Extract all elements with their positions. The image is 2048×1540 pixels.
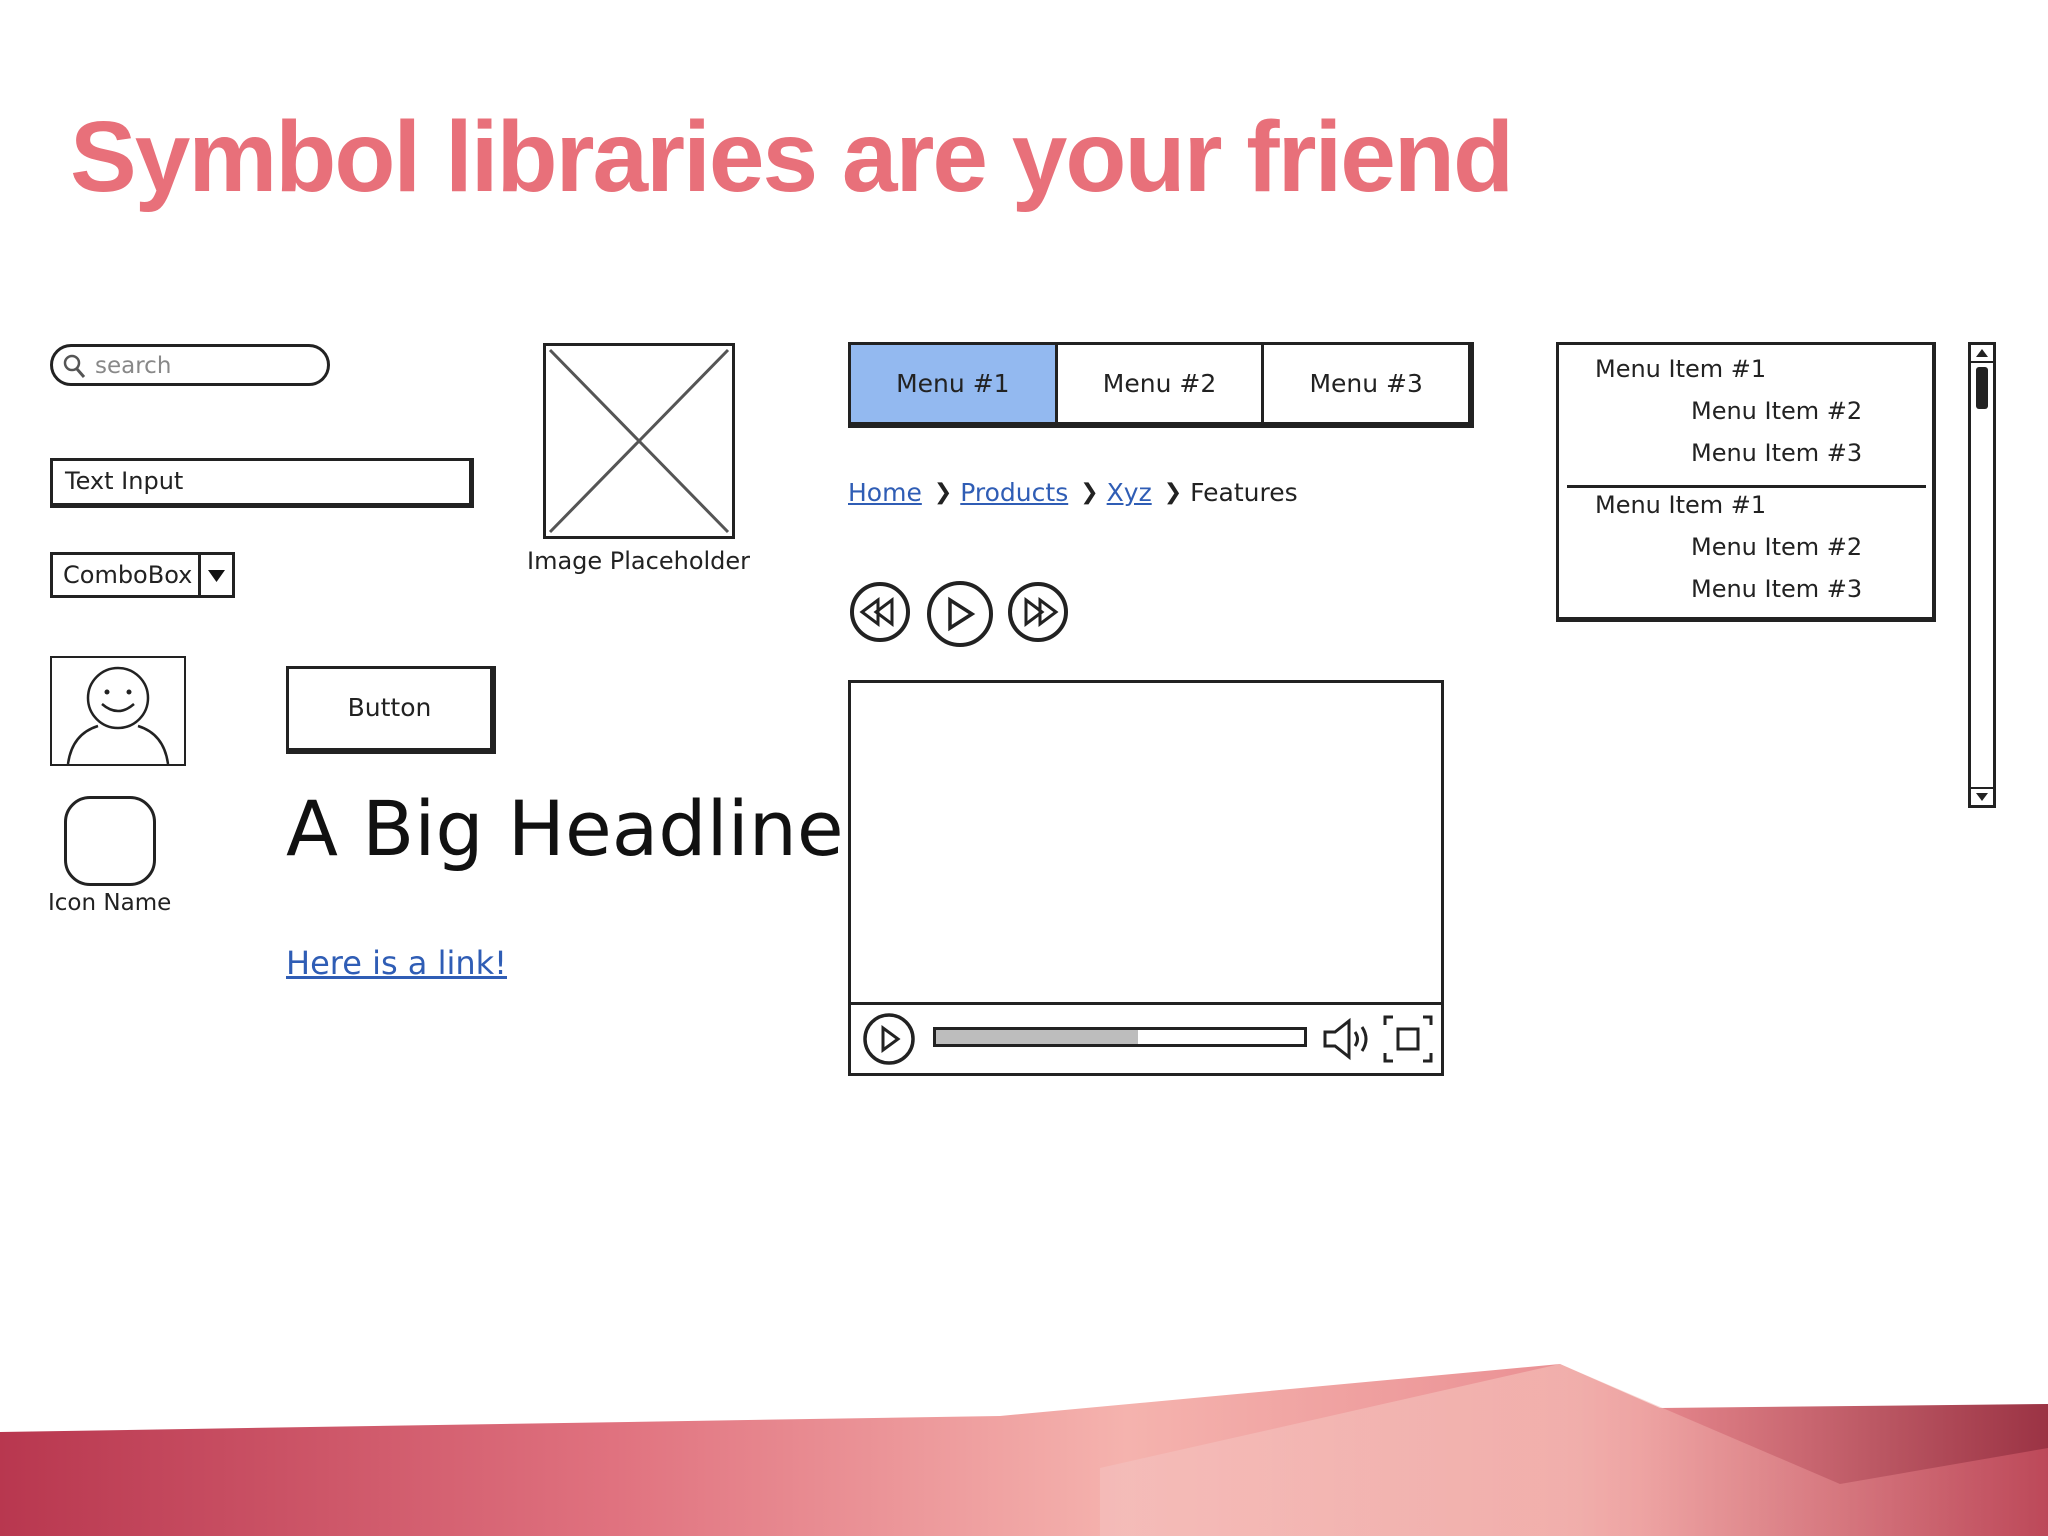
breadcrumb-current: Features [1190,478,1298,507]
scroll-up-icon[interactable] [1971,345,1993,363]
fast-forward-icon[interactable] [1008,582,1068,642]
search-placeholder: search [95,353,172,379]
list-item[interactable]: Menu Item #1 [1595,491,1766,519]
big-headline: A Big Headline [286,784,844,873]
user-avatar-icon [50,656,186,766]
list-item[interactable]: Menu Item #1 [1595,355,1766,383]
search-icon [63,354,87,384]
chevron-right-icon: ❯ [1163,480,1183,505]
list-item[interactable]: Menu Item #3 [1691,575,1862,603]
media-controls [848,578,1068,648]
fullscreen-icon[interactable] [1383,1015,1433,1067]
video-controls [851,1002,1441,1073]
sample-button[interactable]: Button [286,666,496,754]
menu-item-3[interactable]: Menu #3 [1264,345,1468,422]
menu-item-2[interactable]: Menu #2 [1058,345,1265,422]
image-placeholder-label: Image Placeholder [527,547,751,575]
rewind-icon[interactable] [850,582,910,642]
search-box[interactable]: search [50,344,330,386]
decorative-footer [0,1348,2048,1536]
breadcrumb-products[interactable]: Products [960,478,1068,507]
play-icon[interactable] [927,581,993,647]
chevron-right-icon: ❯ [1080,480,1099,505]
breadcrumb-home[interactable]: Home [848,478,922,507]
combobox-value: ComboBox [63,561,193,589]
chevron-right-icon: ❯ [933,480,953,505]
sample-link[interactable]: Here is a link! [286,944,507,982]
text-input[interactable]: Text Input [50,458,474,508]
volume-icon[interactable] [1321,1017,1377,1065]
video-player [848,680,1444,1076]
menu-bar: Menu #1 Menu #2 Menu #3 [848,342,1474,428]
slide-title: Symbol libraries are your friend [70,101,1514,213]
breadcrumb: Home ❯ Products ❯ Xyz ❯ Features [848,478,1298,507]
dropdown-arrow-icon[interactable] [198,555,232,595]
scrollbar-thumb[interactable] [1976,367,1988,409]
list-item[interactable]: Menu Item #2 [1691,397,1862,425]
list-item[interactable]: Menu Item #3 [1691,439,1862,467]
scroll-down-icon[interactable] [1971,787,1993,805]
menu-list: Menu Item #1 Menu Item #2 Menu Item #3 M… [1556,342,1936,622]
video-progress-bar[interactable] [933,1027,1307,1047]
menu-item-1[interactable]: Menu #1 [851,345,1058,422]
play-icon[interactable] [861,1013,917,1069]
list-divider [1567,485,1926,488]
blank-icon [64,796,156,886]
scrollbar[interactable] [1968,342,1996,808]
breadcrumb-xyz[interactable]: Xyz [1107,478,1152,507]
video-progress-fill [936,1030,1139,1044]
combobox[interactable]: ComboBox [50,552,235,598]
icon-name-label: Icon Name [48,890,172,916]
list-item[interactable]: Menu Item #2 [1691,533,1862,561]
image-placeholder-icon [543,343,735,539]
